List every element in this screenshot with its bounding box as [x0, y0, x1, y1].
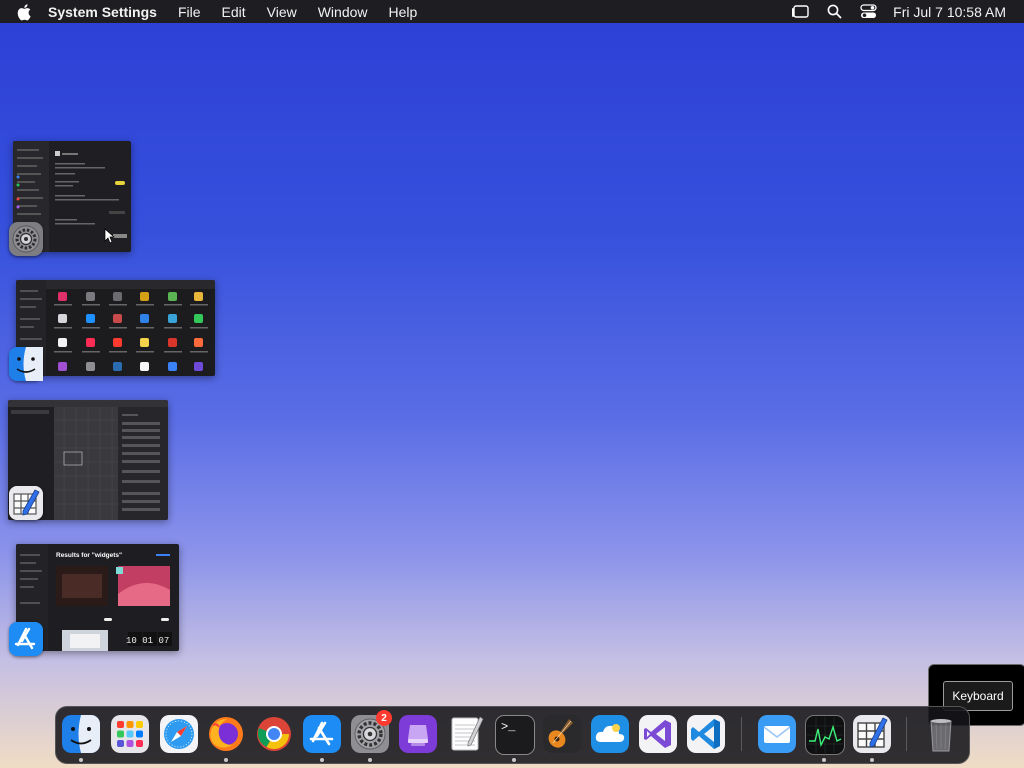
dock-activity-monitor[interactable] — [805, 715, 845, 755]
clock-digit-day: 07 — [158, 636, 170, 646]
app-store-clock-widget: 10 01 07 — [126, 636, 169, 646]
menu-window[interactable]: Window — [318, 4, 368, 20]
visual-studio-icon — [644, 720, 671, 748]
dock-separator — [741, 717, 742, 751]
menu-view[interactable]: View — [267, 4, 297, 20]
control-center-icon[interactable] — [860, 4, 877, 19]
dock-chrome[interactable] — [255, 715, 293, 753]
dock-separator-trash — [906, 717, 907, 751]
running-indicator-activity-monitor — [822, 758, 826, 762]
dock: >_ — [55, 706, 970, 764]
terminal-icon: >_ — [501, 720, 516, 734]
mail-icon — [758, 715, 796, 753]
finder-icon — [9, 347, 43, 381]
menu-app-name[interactable]: System Settings — [48, 4, 157, 20]
running-indicator-terminal — [512, 758, 516, 762]
app-store-icon — [9, 622, 43, 656]
clock-digit-hours: 10 — [126, 636, 137, 646]
window-thumbnail-finder[interactable] — [16, 280, 215, 376]
grid-pencil-icon — [857, 717, 888, 748]
app-store-icon — [303, 715, 341, 753]
apple-menu-icon[interactable] — [14, 1, 36, 23]
vscode-icon — [691, 719, 720, 749]
dock-visual-studio[interactable] — [639, 715, 677, 753]
finder-icon — [62, 715, 100, 753]
running-indicator-system-settings — [368, 758, 372, 762]
dock-icloud[interactable] — [591, 715, 629, 753]
dock-vscode[interactable] — [687, 715, 725, 753]
dock-safari[interactable] — [160, 715, 198, 753]
finder-window-preview — [16, 280, 215, 376]
dock-launchpad[interactable] — [111, 715, 149, 753]
menu-file[interactable]: File — [178, 4, 201, 20]
menu-bar-clock[interactable]: Fri Jul 7 10:58 AM — [893, 4, 1006, 20]
dock-app-store[interactable] — [303, 715, 341, 753]
spotlight-search-icon[interactable] — [827, 4, 842, 19]
menu-bar: System Settings File Edit View Window He… — [0, 0, 1024, 23]
dock-mail[interactable] — [758, 715, 796, 753]
dock-terminal[interactable]: >_ — [495, 715, 535, 755]
system-settings-notification-badge: 2 — [376, 710, 392, 726]
clock-digit-minutes: 01 — [142, 636, 154, 646]
cloud-icon — [591, 715, 629, 753]
stage-manager-icon[interactable] — [791, 4, 809, 19]
running-indicator-grid-editor — [870, 758, 874, 762]
safari-icon — [160, 715, 198, 753]
running-indicator-app-store — [320, 758, 324, 762]
dock-podcasts[interactable] — [399, 715, 437, 753]
running-indicator-firefox — [224, 758, 228, 762]
dock-textedit[interactable] — [447, 715, 485, 753]
grid-pencil-icon — [9, 486, 43, 520]
chrome-icon — [257, 717, 291, 751]
gear-icon — [9, 222, 43, 256]
guitar-icon — [543, 715, 581, 753]
running-indicator-finder — [79, 758, 83, 762]
dock-finder[interactable] — [62, 715, 100, 753]
launchpad-icon — [111, 715, 149, 753]
trash-icon — [930, 719, 952, 752]
dock-grid-editor[interactable] — [853, 715, 891, 753]
dock-garageband[interactable] — [543, 715, 581, 753]
textedit-icon — [451, 716, 484, 751]
menu-help[interactable]: Help — [389, 4, 418, 20]
activity-monitor-icon — [807, 717, 843, 753]
dock-firefox[interactable] — [207, 715, 245, 753]
menu-edit[interactable]: Edit — [222, 4, 246, 20]
app-store-results-heading: Results for "widgets" — [56, 552, 123, 559]
firefox-icon — [209, 717, 243, 751]
podcasts-icon — [399, 715, 437, 753]
dock-trash[interactable] — [922, 715, 960, 753]
